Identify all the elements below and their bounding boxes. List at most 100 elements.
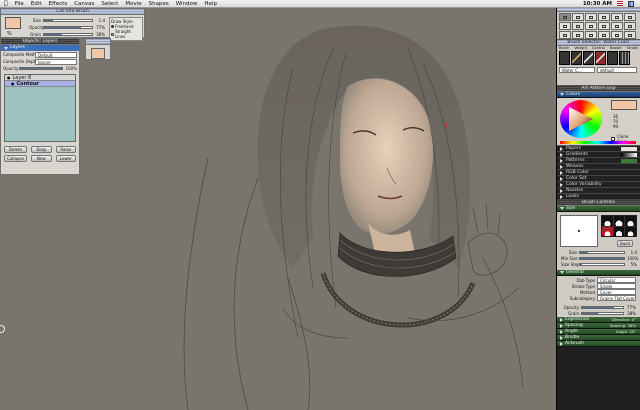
pencil-icon[interactable] xyxy=(571,51,582,65)
brush-control-airbrush[interactable]: Airbrush xyxy=(557,341,640,347)
opacity-slider[interactable] xyxy=(43,26,93,29)
scissors-tool-icon[interactable] xyxy=(585,31,597,39)
expand-icon[interactable] xyxy=(560,323,563,328)
menu-movie[interactable]: Movie xyxy=(125,1,141,7)
rotate-tool-icon[interactable] xyxy=(624,22,636,30)
bucket-tool-icon[interactable] xyxy=(572,22,584,30)
menu-help[interactable]: Help xyxy=(204,1,217,7)
bc-min-size-slider-fill xyxy=(580,257,624,259)
grabber-tool-icon[interactable] xyxy=(611,22,623,30)
tab-variant[interactable]: Variant xyxy=(574,46,587,50)
tab-stroke[interactable]: Stroke xyxy=(627,46,638,50)
primary-color-swatch[interactable] xyxy=(611,100,637,110)
expand-icon[interactable] xyxy=(560,329,563,334)
drop-layer-button[interactable]: Drop xyxy=(31,146,52,153)
dab-profile-option[interactable] xyxy=(602,226,613,236)
expand-icon[interactable] xyxy=(560,341,563,346)
dab-profile-option[interactable] xyxy=(613,226,625,236)
expand-icon[interactable] xyxy=(560,158,563,163)
tab-control[interactable]: Control xyxy=(592,46,605,50)
expand-icon[interactable] xyxy=(560,152,563,157)
brush-tool-icon[interactable] xyxy=(559,13,571,21)
brush-variant-select[interactable]: default xyxy=(597,67,637,73)
expand-icon[interactable] xyxy=(560,317,563,322)
layer-row[interactable]: ● Contour xyxy=(5,81,75,87)
expand-icon[interactable] xyxy=(560,188,563,193)
menu-edit[interactable]: Edit xyxy=(31,1,42,7)
watercolor-brush-icon[interactable] xyxy=(595,51,606,65)
text-tool-icon[interactable] xyxy=(598,13,610,21)
collapse-icon[interactable] xyxy=(560,271,564,274)
composite-depth-select[interactable]: Ignore xyxy=(35,58,77,65)
eraser-tool-icon[interactable] xyxy=(598,22,610,30)
menu-file[interactable]: File xyxy=(15,1,24,7)
layer-opacity-slider[interactable] xyxy=(19,67,63,70)
selection-tool-icon[interactable] xyxy=(559,31,571,39)
dab-profile-option[interactable] xyxy=(613,216,625,226)
dab-profile-option[interactable] xyxy=(625,216,636,226)
expand-icon[interactable] xyxy=(560,146,563,151)
menu-effects[interactable]: Effects xyxy=(48,1,67,7)
delete-layer-button[interactable]: Delete xyxy=(4,146,27,153)
dab-profile-grid[interactable] xyxy=(601,215,637,237)
us-flag-icon[interactable] xyxy=(617,1,623,6)
freehand-radio[interactable] xyxy=(111,25,114,28)
expand-icon[interactable] xyxy=(560,335,563,340)
grain-slider[interactable] xyxy=(43,33,93,36)
dropper-tool-icon[interactable] xyxy=(598,31,610,39)
expand-icon[interactable] xyxy=(560,170,563,175)
finder-icon[interactable] xyxy=(628,0,634,7)
airbrush-icon[interactable] xyxy=(607,51,618,65)
eyedropper-tool-icon[interactable] xyxy=(559,22,571,30)
dab-profile-option[interactable] xyxy=(602,216,613,226)
dab-profile-option[interactable] xyxy=(625,226,636,236)
bc-size-slider[interactable] xyxy=(579,250,625,254)
eye-icon[interactable]: ● xyxy=(7,75,11,80)
menu-shapes[interactable]: Shapes xyxy=(149,1,169,7)
collapse-icon[interactable] xyxy=(4,46,8,50)
bezier-tool-icon[interactable] xyxy=(624,31,636,39)
composite-method-select[interactable]: Default xyxy=(35,51,77,58)
collapse-layer-button[interactable]: Collapse xyxy=(4,155,27,162)
eye-icon[interactable]: ● xyxy=(11,81,15,86)
straight-lines-radio[interactable] xyxy=(111,32,114,36)
lasso-tool-icon[interactable] xyxy=(624,13,636,21)
lower-layer-button[interactable]: Lower xyxy=(55,155,76,162)
brush-icon[interactable] xyxy=(559,51,570,65)
expand-icon[interactable] xyxy=(560,164,563,169)
shape-tool-icon[interactable] xyxy=(611,13,623,21)
raise-layer-button[interactable]: Raise xyxy=(55,146,76,153)
menu-select[interactable]: Select xyxy=(101,1,118,7)
bc-grain-slider[interactable] xyxy=(581,311,624,315)
collapse-icon[interactable] xyxy=(560,207,564,210)
crop-tool-icon[interactable] xyxy=(585,13,597,21)
bc-size-step-slider[interactable] xyxy=(579,262,625,266)
chalk-icon[interactable] xyxy=(619,51,630,65)
pen-tool-icon[interactable] xyxy=(585,22,597,30)
subcategory-select[interactable]: Grainy Flat Cover xyxy=(597,295,636,301)
menu-window[interactable]: Window xyxy=(176,1,198,7)
tab-nozzle[interactable]: Nozzle xyxy=(610,46,622,50)
hand-tool-icon[interactable] xyxy=(611,31,623,39)
build-button[interactable]: Build xyxy=(617,240,634,247)
magnifier-tool-icon[interactable] xyxy=(572,13,584,21)
brush-category-select[interactable]: Water C... xyxy=(559,67,595,73)
expand-icon[interactable] xyxy=(560,176,563,181)
tab-brush[interactable]: Brush xyxy=(559,46,569,50)
collapse-icon[interactable] xyxy=(560,93,564,96)
composite-method-label: Composite Method xyxy=(3,52,41,57)
color-spectrum-bar[interactable] xyxy=(560,141,636,144)
menu-canvas[interactable]: Canvas xyxy=(74,1,94,7)
wand-tool-icon[interactable] xyxy=(572,31,584,39)
brush-controls: Brush Controls Size Build Size 1.4 Min S… xyxy=(557,200,640,347)
pen-icon[interactable] xyxy=(583,51,594,65)
expand-icon[interactable] xyxy=(560,182,563,187)
current-color-swatch[interactable] xyxy=(91,48,105,59)
new-layer-button[interactable]: New xyxy=(31,155,52,162)
size-slider[interactable] xyxy=(43,19,93,22)
bc-min-size-slider[interactable] xyxy=(579,256,625,260)
expand-icon[interactable] xyxy=(560,194,563,199)
apple-icon[interactable]:  xyxy=(4,0,8,7)
bc-opacity-slider[interactable] xyxy=(581,305,624,309)
document-canvas[interactable] xyxy=(78,8,556,410)
